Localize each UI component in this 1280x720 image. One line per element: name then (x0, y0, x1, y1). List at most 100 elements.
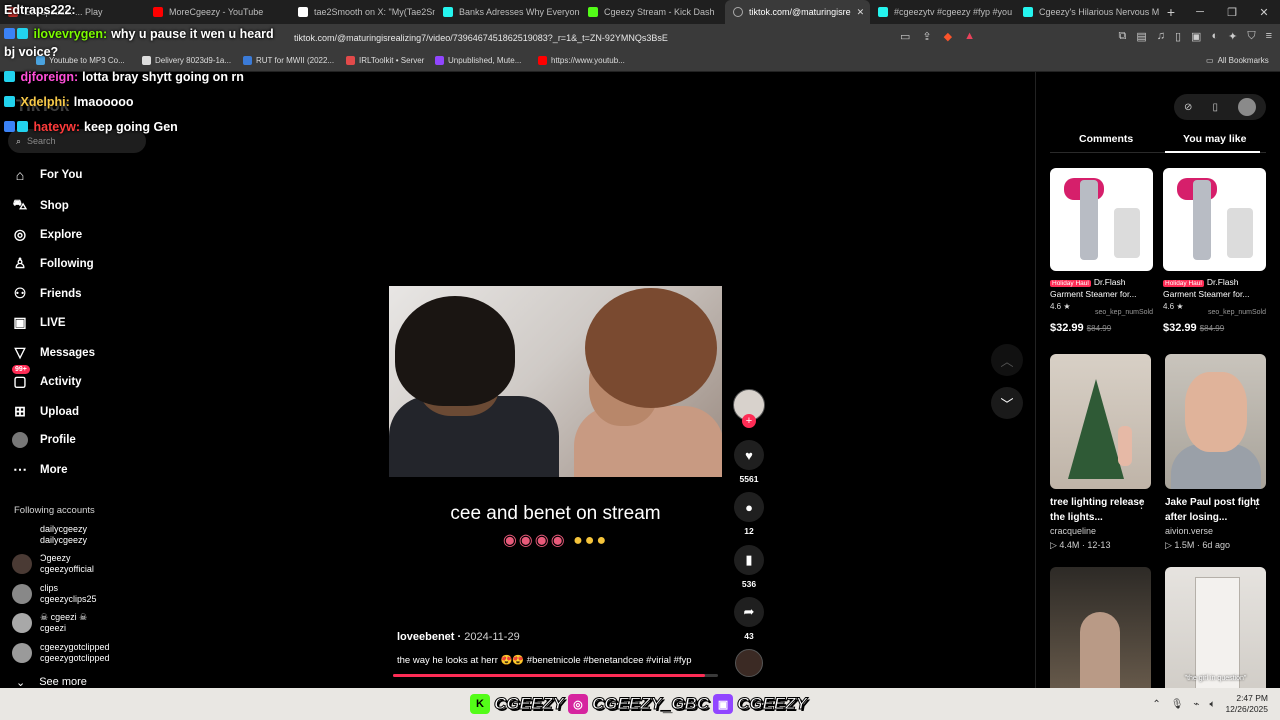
leo-ai-icon[interactable]: ✦ (1228, 30, 1237, 43)
account-name: dailycgeezy (40, 524, 88, 534)
thumb-shape (1118, 426, 1132, 466)
thumb-shape (1068, 379, 1124, 479)
avatar (12, 613, 32, 633)
video-frame-shape (395, 296, 515, 406)
all-bookmarks[interactable]: ▭ All Bookmarks (1206, 56, 1269, 65)
nav-live[interactable]: ▣ LIVE (10, 314, 65, 331)
browser-tab[interactable]: Cgeezy Stream - Kick Dash (580, 0, 725, 24)
video-caption: cee and benet on stream (450, 503, 661, 524)
clock[interactable]: 2:47 PM 12/26/2025 (1225, 693, 1268, 715)
chat-header: Edtraps222: (4, 3, 76, 17)
like-button[interactable]: ♥ 5561 (733, 440, 765, 484)
thumb-shape (1195, 577, 1240, 702)
nav-explore[interactable]: ◎ Explore (10, 226, 82, 243)
video-player[interactable] (389, 286, 722, 477)
nav-following[interactable]: ♙ Following (10, 255, 94, 272)
sidebar-icon[interactable]: ▯ (1175, 30, 1181, 43)
following-account[interactable]: ☠ cgeezi ☠ cgeezi (12, 612, 87, 634)
browser-tab[interactable]: Banks Adresses Why Everyone (435, 0, 580, 24)
recommended-video[interactable]: Jake Paul post fight after losing... aiv… (1165, 354, 1266, 551)
music-icon[interactable]: ♫ (1157, 30, 1165, 43)
nav-friends[interactable]: ⚇ Friends (10, 285, 82, 302)
minimize-icon[interactable]: ─ (1184, 0, 1216, 24)
close-window-icon[interactable]: ✕ (1248, 0, 1280, 24)
save-button[interactable]: ▮ 536 (733, 545, 765, 589)
price-current: $32.99 (1163, 322, 1197, 334)
bookmarks-bar: Youtube to MP3 Co... Delivery 8023d9-1a.… (0, 52, 1280, 72)
product-price: $32.99 $84.99 (1050, 322, 1153, 334)
volume-icon[interactable]: 🔈︎ (1209, 699, 1215, 710)
nav-label: Friends (40, 287, 82, 300)
sound-disc[interactable] (735, 649, 763, 677)
nav-more[interactable]: ⋯ More (10, 461, 67, 478)
product-card[interactable]: Holiday Haul Dr.Flash Garment Steamer for… (1163, 168, 1266, 334)
instagram-icon: ◎ (567, 694, 588, 714)
previous-video-button[interactable]: ︿ (991, 344, 1023, 376)
shield-icon[interactable]: ⛉ (1247, 30, 1255, 43)
nav-for-you[interactable]: ⌂ For You (10, 167, 83, 183)
browser-tab[interactable]: MoreCgeezy - YouTube (145, 0, 290, 24)
shop-icon: ⛍ (12, 196, 28, 212)
recommended-video[interactable]: tree lighting release the lights... crac… (1050, 354, 1151, 551)
brave-shield-icon[interactable]: ◆ (944, 30, 952, 43)
follow-plus-icon[interactable]: + (742, 414, 756, 428)
nav-activity[interactable]: ▢ 99+ Activity (10, 365, 82, 390)
nav-messages[interactable]: ▽ Messages (10, 344, 95, 361)
comment-button[interactable]: ● 12 (733, 492, 765, 536)
extensions-icon[interactable]: ⧉ (1118, 30, 1126, 43)
user-avatar[interactable] (1237, 98, 1256, 116)
price-old: $84.99 (1199, 324, 1225, 333)
bookmark-item[interactable]: RUT for MWII (2022... (243, 56, 334, 65)
tab-close-icon[interactable]: ✕ (857, 7, 865, 18)
new-tab-button[interactable]: + (1160, 0, 1182, 24)
following-account[interactable]: Ɔgeezy cgeezyofficial (12, 553, 94, 575)
share-icon[interactable]: ⇪ (922, 30, 931, 43)
bookmark-item[interactable]: Unpublished, Mute... (435, 56, 521, 65)
maximize-icon[interactable]: ❐ (1216, 0, 1248, 24)
product-card[interactable]: Holiday Haul Dr.Flash Garment Steamer for… (1050, 168, 1153, 334)
following-account[interactable]: dailycgeezy dailycgeezy (12, 524, 87, 546)
tab-comments[interactable]: Comments (1079, 133, 1133, 145)
compass-icon[interactable]: ⊘ (1184, 102, 1192, 113)
browser-tab[interactable]: #cgeezytv #cgeezy #fyp #you (870, 0, 1015, 24)
browser-tab-active[interactable]: tiktok.com/@maturingisre ✕ (725, 0, 870, 24)
following-account[interactable]: clips cgeezyclips25 (12, 583, 97, 605)
tab-you-may-like[interactable]: You may like (1183, 133, 1246, 145)
vpn-icon[interactable]: ◐ (1211, 30, 1218, 43)
phone-icon[interactable]: ▯ (1212, 102, 1218, 113)
bookmark-item[interactable]: Delivery 8023d9-1a... (142, 56, 231, 65)
recommended-video[interactable]: "the girl in question" (1165, 567, 1266, 702)
chevron-up-icon[interactable]: ⌃ (1152, 699, 1160, 710)
browser-tab-bar: Edtraps222: ... Play MoreCgeezy - YouTub… (0, 0, 1280, 24)
menu-icon[interactable]: ≡ (1266, 30, 1272, 43)
url-text[interactable]: tiktok.com/@maturingisrealizing7/video/7… (294, 33, 668, 43)
chat-badge-icon (4, 96, 15, 107)
reader-icon[interactable]: ▤ (1136, 30, 1146, 43)
browser-tab[interactable]: Cgeezy's Hilarious Nervous M (1015, 0, 1160, 24)
next-video-button[interactable]: ﹀ (991, 387, 1023, 419)
chat-badge-icon (4, 121, 15, 132)
cast-icon[interactable]: ▭ (900, 30, 910, 43)
bookmark-item[interactable]: IRLToolkit • Server (346, 56, 424, 65)
account-name: cgeezygotclipped (40, 642, 110, 652)
folder-icon: ▭ (1206, 56, 1214, 65)
browser-tab[interactable]: tae2Smooth on X: "My(Tae2Sm (290, 0, 435, 24)
nav-upload[interactable]: ⊞ Upload (10, 403, 79, 420)
more-options-icon[interactable]: ⋮ (1136, 498, 1147, 511)
nav-profile[interactable]: Profile (10, 432, 76, 448)
video-author-line[interactable]: loveebenet · 2024-11-29 (397, 631, 520, 643)
share-button[interactable]: ➦ 43 (733, 597, 765, 641)
video-progress-bar[interactable] (393, 674, 718, 677)
network-icon[interactable]: ⌁ (1193, 699, 1199, 710)
microphone-icon[interactable]: 🎙︎ (1171, 699, 1184, 710)
chat-message: ilovevrygen: why u pause it wen u heard (4, 27, 274, 41)
rewards-icon[interactable]: ▲ (964, 30, 975, 43)
following-account[interactable]: cgeezygotclipped cgeezygotclipped (12, 642, 110, 664)
more-options-icon[interactable]: ⋮ (1251, 498, 1262, 511)
recommended-video[interactable] (1050, 567, 1151, 702)
tab-title: Banks Adresses Why Everyone (459, 7, 580, 17)
bookmark-item[interactable]: https://www.youtub... (538, 56, 625, 65)
wallet-icon[interactable]: ▣ (1191, 30, 1201, 43)
nav-shop[interactable]: ⛍ Shop (10, 196, 69, 215)
video-author[interactable]: loveebenet (397, 631, 454, 643)
